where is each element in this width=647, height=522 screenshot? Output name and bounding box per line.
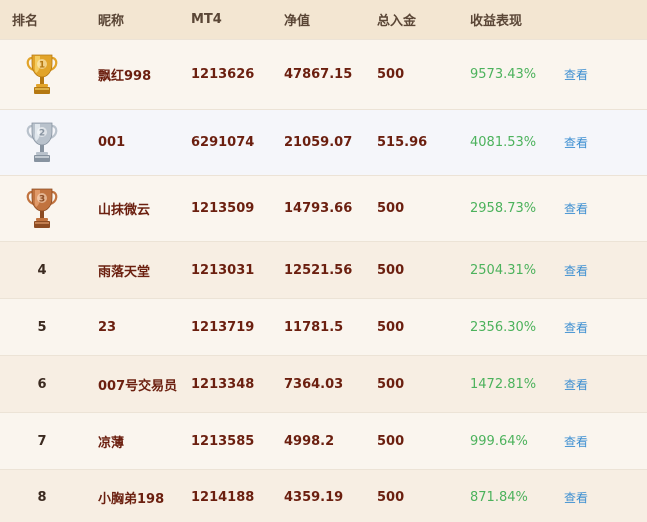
view-link[interactable]: 查看 — [564, 470, 588, 522]
equity-cell: 7364.03 — [284, 376, 344, 392]
equity-cell: 4359.19 — [284, 490, 344, 505]
mt4-cell: 1213585 — [191, 433, 255, 449]
equity-cell: 47867.15 — [284, 67, 353, 82]
return-cell: 1472.81% — [470, 376, 537, 392]
equity-cell: 4998.2 — [284, 433, 335, 449]
view-link[interactable]: 查看 — [564, 413, 588, 469]
deposit-cell: 515.96 — [377, 135, 428, 150]
return-cell: 2504.31% — [470, 262, 537, 278]
header-rank: 排名 — [12, 14, 39, 29]
rank-number: 7 — [37, 433, 47, 449]
silver-trophy-icon: 2 — [18, 110, 66, 175]
header-return: 收益表现 — [470, 14, 523, 29]
mt4-cell: 1213509 — [191, 201, 255, 216]
header-deposit: 总入金 — [377, 14, 417, 29]
table-row: 4 雨落天堂 1213031 12521.56 500 2504.31% 查看 — [0, 242, 647, 299]
mt4-cell: 6291074 — [191, 135, 255, 150]
nickname-cell: 凉薄 — [98, 435, 125, 451]
header-nickname: 昵称 — [98, 14, 125, 29]
return-cell: 4081.53% — [470, 135, 537, 150]
deposit-cell: 500 — [377, 376, 405, 392]
mt4-cell: 1213626 — [191, 67, 255, 82]
deposit-cell: 500 — [377, 319, 405, 335]
table-row: 1 飘红998 1213626 47867.15 500 9573.43% 查看 — [0, 40, 647, 110]
view-link[interactable]: 查看 — [564, 176, 588, 241]
bronze-trophy-icon: 3 — [18, 176, 66, 241]
nickname-cell: 小胸弟198 — [98, 492, 165, 507]
deposit-cell: 500 — [377, 433, 405, 449]
table-row: 5 23 1213719 11781.5 500 2356.30% 查看 — [0, 299, 647, 356]
return-cell: 2958.73% — [470, 201, 537, 216]
rank-number: 6 — [37, 376, 47, 392]
equity-cell: 14793.66 — [284, 201, 353, 216]
mt4-cell: 1214188 — [191, 490, 255, 505]
deposit-cell: 500 — [377, 262, 405, 278]
header-mt4: MT4 — [191, 12, 222, 27]
mt4-cell: 1213031 — [191, 262, 255, 278]
return-cell: 2356.30% — [470, 319, 537, 335]
mt4-cell: 1213719 — [191, 319, 255, 335]
return-cell: 9573.43% — [470, 67, 537, 82]
nickname-cell: 007号交易员 — [98, 378, 178, 394]
table-body: 1 飘红998 1213626 47867.15 500 9573.43% 查看… — [0, 40, 647, 522]
rank-number: 5 — [37, 319, 47, 335]
leaderboard-table: 排名 昵称 MT4 净值 总入金 收益表现 1 飘红998 1213626 47… — [0, 0, 647, 522]
table-row: 6 007号交易员 1213348 7364.03 500 1472.81% 查… — [0, 356, 647, 413]
table-row: 3 山抹微云 1213509 14793.66 500 2958.73% 查看 — [0, 176, 647, 242]
rank-number: 8 — [37, 490, 47, 505]
deposit-cell: 500 — [377, 201, 405, 216]
view-link[interactable]: 查看 — [564, 110, 588, 175]
header-equity: 净值 — [284, 14, 311, 29]
nickname-cell: 飘红998 — [98, 69, 152, 84]
rank-number: 4 — [37, 262, 47, 278]
equity-cell: 12521.56 — [284, 262, 353, 278]
nickname-cell: 001 — [98, 135, 126, 150]
table-row: 8 小胸弟198 1214188 4359.19 500 871.84% 查看 — [0, 470, 647, 522]
deposit-cell: 500 — [377, 490, 405, 505]
return-cell: 871.84% — [470, 490, 528, 505]
view-link[interactable]: 查看 — [564, 40, 588, 109]
svg-text:1: 1 — [39, 60, 45, 70]
deposit-cell: 500 — [377, 67, 405, 82]
view-link[interactable]: 查看 — [564, 242, 588, 298]
mt4-cell: 1213348 — [191, 376, 255, 392]
equity-cell: 21059.07 — [284, 135, 353, 150]
table-header: 排名 昵称 MT4 净值 总入金 收益表现 — [0, 0, 647, 40]
view-link[interactable]: 查看 — [564, 356, 588, 412]
view-link[interactable]: 查看 — [564, 299, 588, 355]
svg-text:2: 2 — [39, 128, 45, 138]
gold-trophy-icon: 1 — [18, 40, 66, 109]
equity-cell: 11781.5 — [284, 319, 344, 335]
table-row: 2 001 6291074 21059.07 515.96 4081.53% 查… — [0, 110, 647, 176]
nickname-cell: 山抹微云 — [98, 203, 151, 218]
nickname-cell: 雨落天堂 — [98, 264, 151, 280]
nickname-cell: 23 — [98, 319, 117, 335]
table-row: 7 凉薄 1213585 4998.2 500 999.64% 查看 — [0, 413, 647, 470]
return-cell: 999.64% — [470, 433, 528, 449]
svg-text:3: 3 — [39, 194, 45, 204]
